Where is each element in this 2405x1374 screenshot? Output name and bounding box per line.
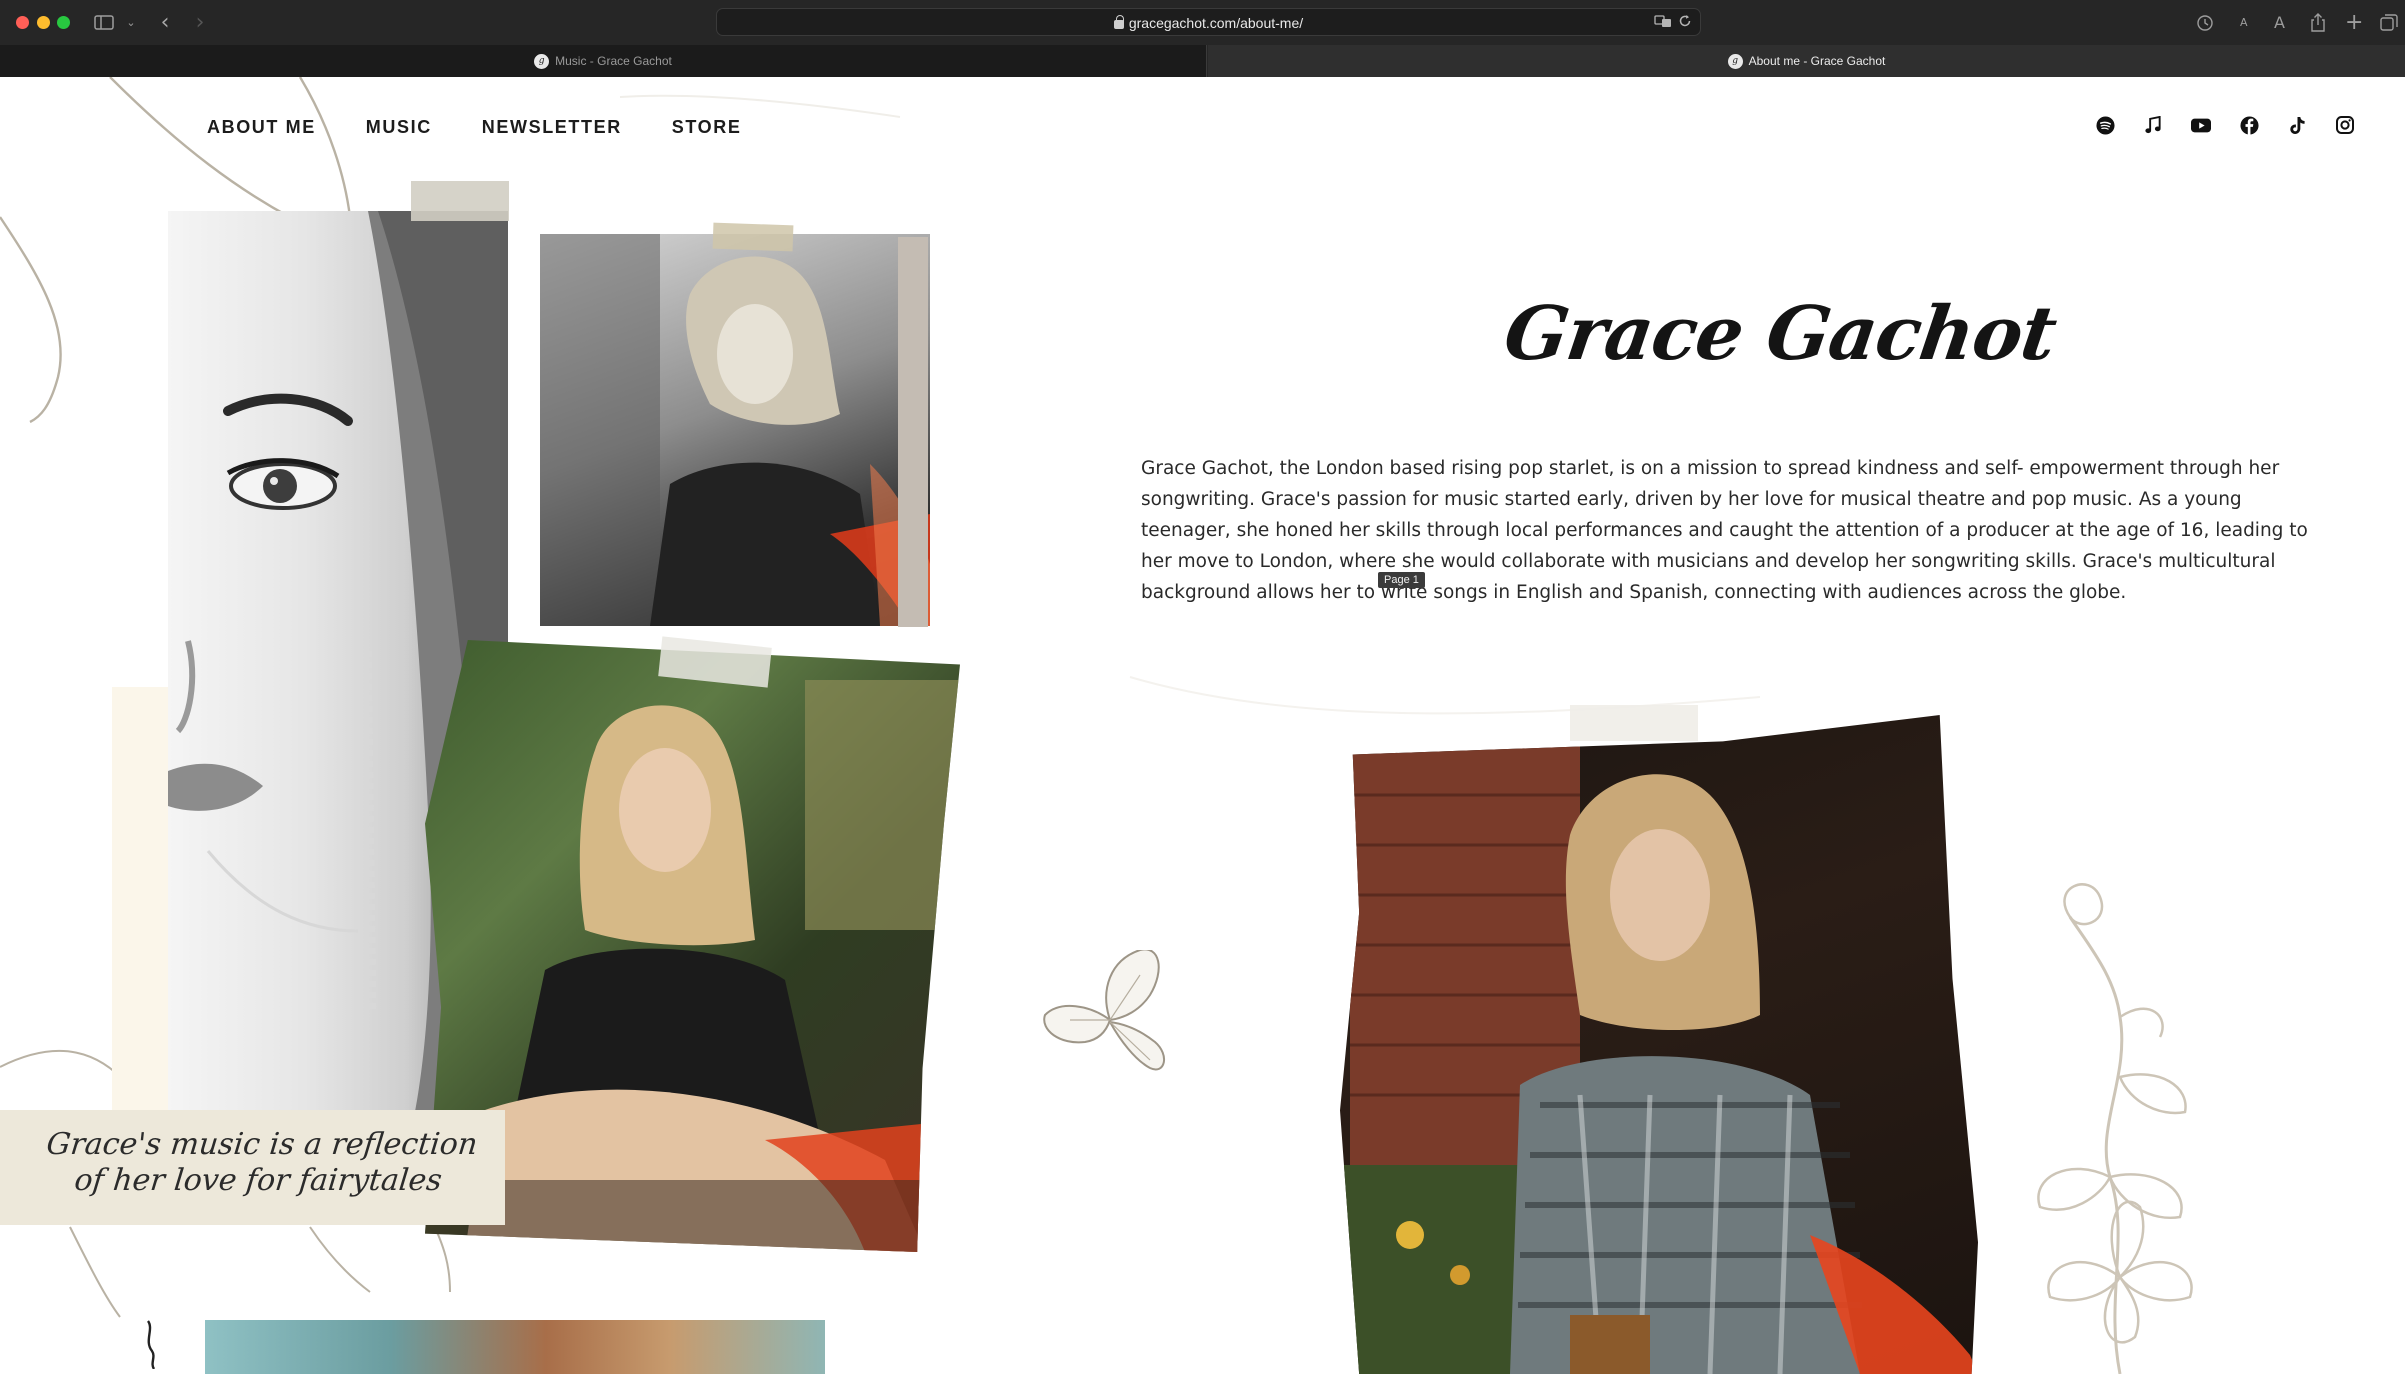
photo-bottom xyxy=(205,1320,825,1374)
floral-illustration xyxy=(2037,883,2193,1374)
chevron-down-icon[interactable]: ⌄ xyxy=(124,10,138,35)
portrait-photo-bw-2 xyxy=(540,234,930,626)
reload-icon[interactable] xyxy=(1678,14,1692,32)
tab-bar: g Music - Grace Gachot g About me - Grac… xyxy=(0,45,2405,77)
script-fragment xyxy=(140,1319,162,1370)
quote-line-2: of her love for fairytales xyxy=(72,1163,444,1198)
instagram-icon[interactable] xyxy=(2335,115,2355,135)
url-text: gracegachot.com/about-me/ xyxy=(1128,15,1304,31)
social-links xyxy=(2095,115,2355,135)
share-icon[interactable] xyxy=(2310,10,2326,35)
music-note-icon[interactable] xyxy=(2143,115,2163,135)
sidebar-toggle-icon[interactable] xyxy=(92,10,116,35)
address-bar[interactable]: gracegachot.com/about-me/ xyxy=(716,8,1701,36)
translate-icon[interactable] xyxy=(1654,14,1672,32)
facebook-icon[interactable] xyxy=(2239,115,2259,135)
tape-strip xyxy=(712,222,794,252)
back-button[interactable]: ‹ xyxy=(154,10,176,35)
page: ABOUT ME MUSIC NEWSLETTER STORE Grace's … xyxy=(0,77,2405,1374)
tab-overview-icon[interactable] xyxy=(2380,10,2398,35)
lock-icon xyxy=(1113,15,1124,29)
tab-title: About me - Grace Gachot xyxy=(1748,54,1886,68)
paper-strip xyxy=(112,687,172,1137)
text-larger-icon[interactable]: A xyxy=(2274,10,2285,35)
butterfly-illustration xyxy=(1043,950,1165,1071)
nav-about-me[interactable]: ABOUT ME xyxy=(207,117,316,138)
tiktok-icon[interactable] xyxy=(2287,115,2307,135)
favicon-icon: g xyxy=(1727,53,1743,69)
nav-store[interactable]: STORE xyxy=(672,117,742,138)
close-window-button[interactable] xyxy=(16,16,29,29)
nav-newsletter[interactable]: NEWSLETTER xyxy=(482,117,622,138)
spotify-icon[interactable] xyxy=(2095,115,2115,135)
main-nav: ABOUT ME MUSIC NEWSLETTER STORE xyxy=(207,117,741,138)
new-tab-icon[interactable]: + xyxy=(2345,10,2363,35)
tape-strip xyxy=(1570,705,1698,741)
zoom-window-button[interactable] xyxy=(57,16,70,29)
text-smaller-icon[interactable]: A xyxy=(2240,10,2248,35)
browser-chrome: ⌄ ‹ › gracegachot.com/about-me/ A A + g … xyxy=(0,0,2405,77)
tab-music[interactable]: g Music - Grace Gachot xyxy=(0,45,1207,77)
tape-strip xyxy=(411,181,509,221)
title-bar: ⌄ ‹ › gracegachot.com/about-me/ A A + xyxy=(0,0,2405,45)
bio-text: Grace Gachot, the London based rising po… xyxy=(1141,458,2308,603)
tab-about-me[interactable]: g About me - Grace Gachot xyxy=(1208,45,2405,77)
tab-title: Music - Grace Gachot xyxy=(555,54,672,68)
paper-edge xyxy=(898,237,928,627)
page-tooltip: Page 1 xyxy=(1378,572,1425,588)
page-title: Grace Gachot xyxy=(1499,291,2061,377)
history-icon[interactable] xyxy=(2196,10,2214,35)
forward-button[interactable]: › xyxy=(189,10,211,35)
quote: Grace's music is a reflection of her lov… xyxy=(36,1127,484,1199)
youtube-icon[interactable] xyxy=(2191,115,2211,135)
minimize-window-button[interactable] xyxy=(37,16,50,29)
photo-grace-table xyxy=(425,640,960,1252)
favicon-icon: g xyxy=(534,53,550,69)
photo-grace-right xyxy=(1340,715,1978,1374)
nav-music[interactable]: MUSIC xyxy=(366,117,432,138)
quote-line-1: Grace's music is a reflection xyxy=(44,1127,480,1162)
